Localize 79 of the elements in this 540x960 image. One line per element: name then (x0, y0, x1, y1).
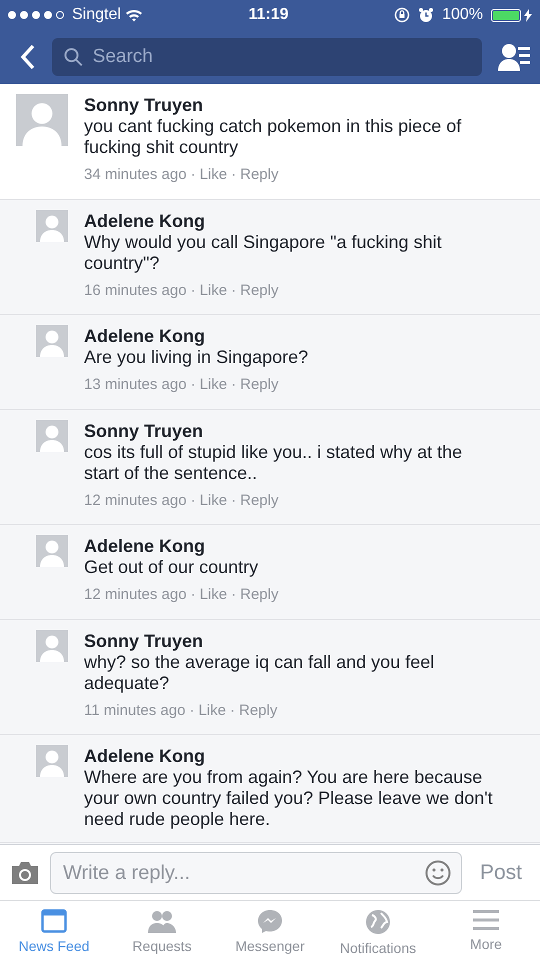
avatar[interactable] (36, 325, 68, 357)
comment-time: 34 minutes ago (84, 165, 187, 185)
separator-dot: · (231, 490, 236, 510)
commenter-name[interactable]: Sonny Truyen (84, 630, 496, 652)
reply-link[interactable]: Reply (240, 374, 278, 396)
comment-time: 12 minutes ago (84, 490, 187, 510)
post-button[interactable]: Post (472, 856, 530, 888)
avatar[interactable] (36, 420, 68, 452)
comment-time: 11 minutes ago (84, 700, 186, 720)
wifi-icon (124, 8, 143, 22)
tab[interactable]: Notifications (324, 901, 432, 960)
separator-dot: · (190, 585, 196, 605)
separator-dot: · (189, 700, 194, 720)
commenter-name[interactable]: Adelene Kong (84, 535, 496, 557)
tab[interactable]: More (432, 901, 540, 960)
comment-text: cos its full of stupid like you.. i stated why at the start of the sentence.. (84, 442, 464, 484)
commenter-name[interactable]: Sonny Truyen (84, 420, 496, 442)
like-link[interactable]: Like (200, 164, 228, 186)
status-time: 11:19 (248, 5, 289, 25)
avatar[interactable] (16, 94, 68, 146)
search-icon (64, 47, 83, 67)
tab[interactable]: Messenger (216, 901, 324, 960)
feed-icon (41, 909, 67, 933)
reply-link[interactable]: Reply (240, 584, 278, 606)
tab[interactable]: Requests (108, 901, 216, 960)
commenter-name[interactable]: Adelene Kong (84, 210, 496, 232)
reply-link[interactable]: Reply (240, 164, 278, 186)
avatar[interactable] (36, 535, 68, 567)
camera-icon[interactable] (10, 860, 40, 884)
menu-icon (473, 909, 499, 931)
carrier-name: Singtel (72, 5, 121, 25)
like-link[interactable]: Like (200, 280, 228, 302)
like-link[interactable]: Like (200, 490, 228, 512)
search-input[interactable]: Search (90, 42, 470, 72)
avatar[interactable] (36, 210, 68, 242)
battery-icon (490, 8, 521, 22)
friends-list-icon[interactable] (498, 43, 530, 71)
comment-text: Why would you call Singapore "a fucking shit country"? (84, 232, 443, 274)
back-icon[interactable] (20, 44, 36, 70)
tab[interactable]: News Feed (0, 901, 108, 960)
comment-time: 13 minutes ago (84, 375, 187, 395)
people-icon (147, 909, 177, 933)
comment-text: Get out of our country (84, 557, 260, 578)
separator-dot: · (231, 280, 236, 300)
avatar[interactable] (36, 745, 68, 777)
comment-time: 16 minutes ago (84, 280, 187, 300)
emoji-icon[interactable] (424, 860, 451, 886)
reply-link[interactable]: Reply (239, 700, 278, 722)
reply-field[interactable]: Write a reply... (50, 852, 462, 894)
like-link[interactable]: Like (200, 584, 228, 606)
alarm-icon (418, 7, 434, 23)
commenter-name[interactable]: Adelene Kong (84, 325, 496, 347)
charging-icon (524, 8, 532, 22)
commenter-name[interactable]: Sonny Truyen (84, 94, 496, 116)
separator-dot: · (190, 375, 196, 395)
messenger-icon (257, 909, 283, 933)
comment-text: why? so the average iq can fall and you feel adequate? (84, 652, 436, 694)
separator-dot: · (190, 280, 196, 300)
comment-text: Are you living in Singapore? (84, 347, 310, 368)
separator-dot: · (230, 700, 235, 720)
like-link[interactable]: Like (200, 374, 228, 396)
reply-link[interactable]: Reply (240, 280, 278, 302)
separator-dot: · (231, 165, 236, 185)
comment-time: 12 minutes ago (84, 585, 187, 605)
separator-dot: · (190, 165, 196, 185)
reply-input[interactable]: Write a reply... (61, 856, 425, 888)
separator-dot: · (190, 490, 196, 510)
battery-percent: 100% (442, 5, 483, 25)
comment-text: you cant fucking catch pokemon in this piece of fucking shit country (84, 116, 462, 158)
rotation-lock-icon (394, 7, 410, 23)
commenter-name[interactable]: Adelene Kong (84, 745, 496, 767)
separator-dot: · (231, 375, 236, 395)
like-link[interactable]: Like (198, 700, 226, 722)
globe-icon (365, 909, 391, 935)
reply-link[interactable]: Reply (240, 490, 278, 512)
search-field[interactable]: Search (52, 38, 482, 76)
avatar[interactable] (36, 630, 68, 662)
comment-text: Where are you from again? You are here because your own country failed you? Please leave we don't need rude people here. (84, 767, 494, 830)
separator-dot: · (231, 585, 236, 605)
